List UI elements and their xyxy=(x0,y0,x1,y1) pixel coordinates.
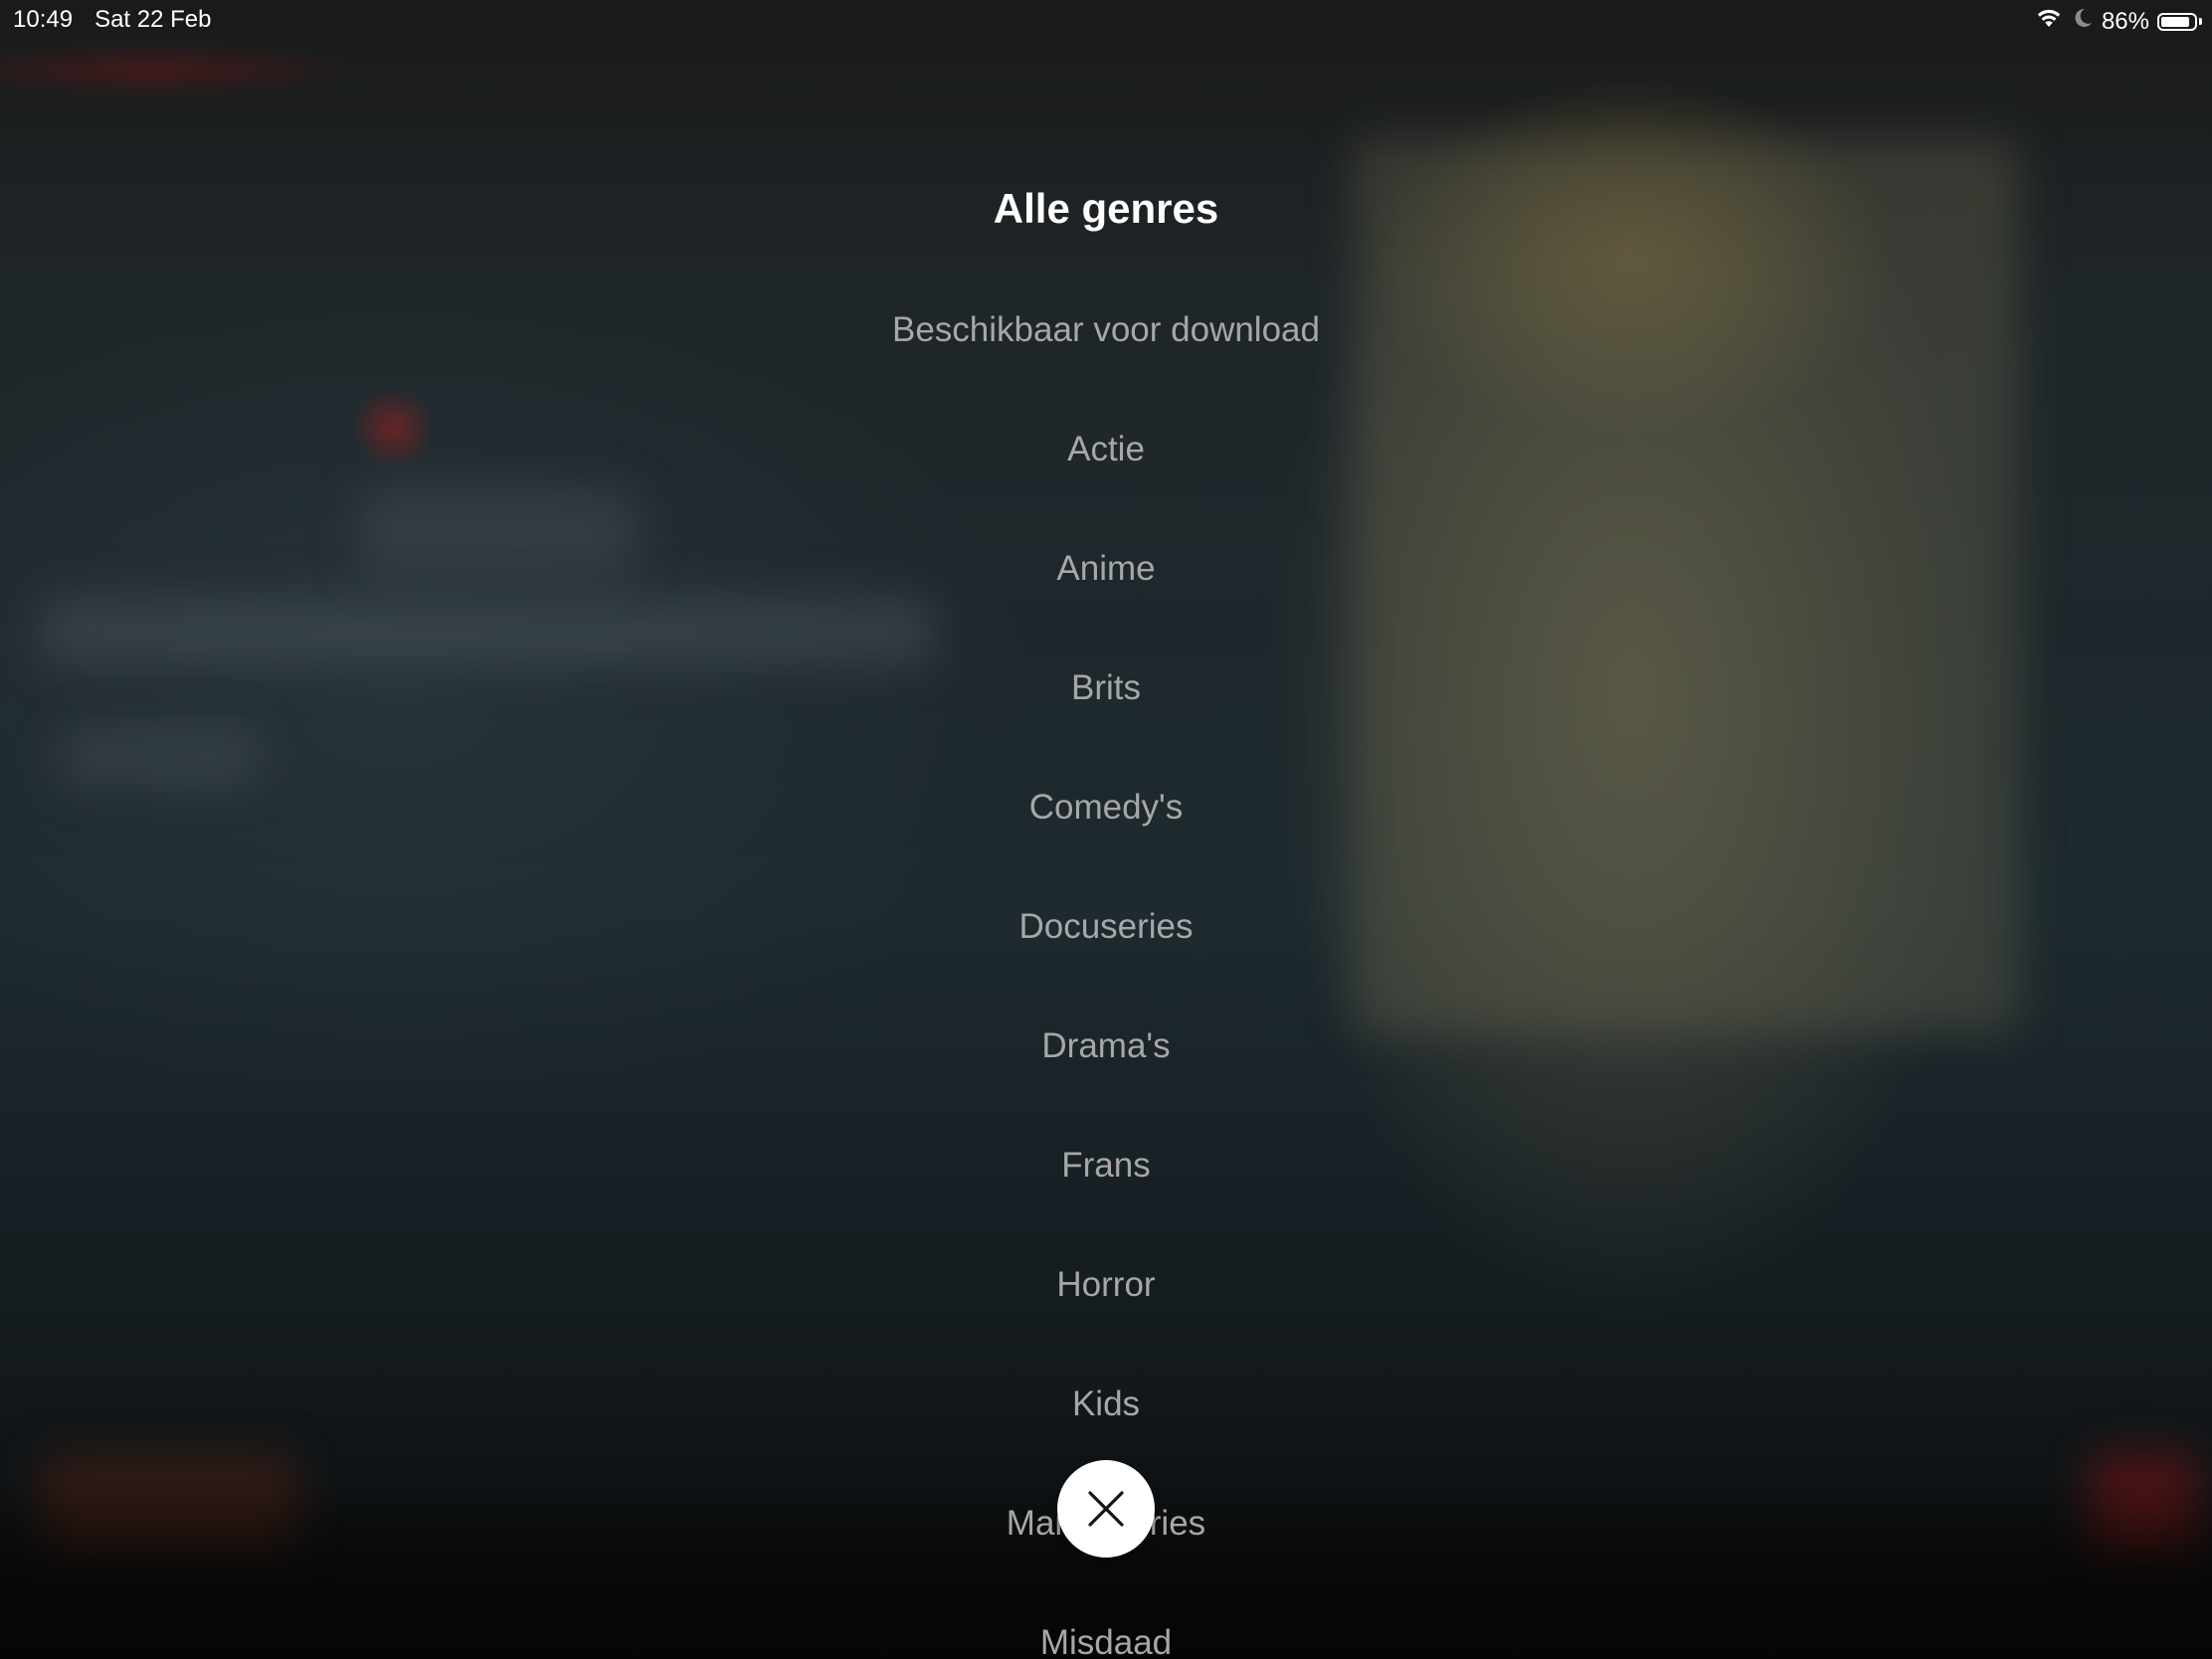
blurred-row-left-small xyxy=(60,726,259,786)
genre-item[interactable]: Anime xyxy=(0,547,2212,591)
genre-item[interactable]: Beschikbaar voor download xyxy=(0,308,2212,352)
genre-item[interactable]: Frans xyxy=(0,1144,2212,1188)
blurred-row-left xyxy=(40,597,935,666)
battery-percentage: 86% xyxy=(2101,7,2149,35)
app-screen: 10:49 Sat 22 Feb 86% Alle genres Beschik… xyxy=(0,0,2212,1659)
status-right: 86% xyxy=(2034,6,2202,37)
genre-item[interactable]: Drama's xyxy=(0,1024,2212,1068)
close-icon xyxy=(1086,1489,1126,1529)
genre-item[interactable]: Misdaad xyxy=(0,1621,2212,1659)
status-left: 10:49 Sat 22 Feb xyxy=(13,6,211,34)
close-button[interactable] xyxy=(1057,1460,1155,1558)
moon-icon xyxy=(2072,6,2094,37)
genre-item[interactable]: Brits xyxy=(0,666,2212,710)
status-date: Sat 22 Feb xyxy=(94,6,212,33)
genre-menu-title: Alle genres xyxy=(993,185,1219,232)
genre-item[interactable]: Actie xyxy=(0,428,2212,471)
genre-item[interactable]: Horror xyxy=(0,1263,2212,1307)
status-bar: 10:49 Sat 22 Feb 86% xyxy=(0,0,2212,40)
genre-item[interactable]: Comedy's xyxy=(0,786,2212,830)
status-time: 10:49 xyxy=(13,6,74,33)
genre-item[interactable]: Kids xyxy=(0,1382,2212,1426)
wifi-icon xyxy=(2034,6,2064,37)
battery-icon xyxy=(2157,12,2202,31)
genre-item[interactable]: Docuseries xyxy=(0,905,2212,949)
